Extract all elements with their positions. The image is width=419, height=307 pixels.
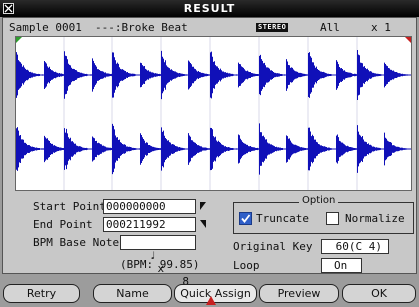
option-group: Option Truncate Normalize	[233, 195, 414, 234]
sample-number: Sample 0001	[9, 21, 82, 34]
bpm-readout: (BPM: 99.85)	[120, 258, 200, 271]
sample-name: ---:Broke Beat	[95, 21, 188, 34]
start-point-field[interactable]: 000000000	[103, 199, 196, 214]
close-icon[interactable]	[3, 3, 14, 14]
bpm-base-note-field[interactable]: ♩ x 8	[120, 235, 196, 288]
check-icon	[241, 214, 251, 223]
waveform-display[interactable]	[15, 36, 412, 191]
start-point-label: Start Point	[33, 200, 106, 213]
end-point-label: End Point	[33, 218, 93, 231]
result-panel: Sample 0001 ---:Broke Beat STEREO All x …	[2, 17, 417, 288]
title-bar: RESULT	[0, 0, 419, 17]
channel-select[interactable]: All	[320, 20, 340, 35]
normalize-checkbox[interactable]	[326, 212, 339, 225]
pointer-icon	[206, 296, 216, 305]
window-title: RESULT	[183, 2, 236, 15]
end-marker-icon	[200, 220, 206, 228]
end-point-field[interactable]: 000211992	[103, 217, 196, 232]
name-button[interactable]: Name	[93, 284, 172, 303]
truncate-label: Truncate	[256, 212, 309, 225]
end-point-marker	[405, 37, 411, 43]
loop-field[interactable]: On	[321, 258, 362, 273]
loop-label: Loop	[233, 259, 260, 272]
stereo-badge: STEREO	[256, 23, 289, 32]
normalize-label: Normalize	[345, 212, 405, 225]
bpm-base-note-label: BPM Base Note	[33, 236, 120, 249]
start-point-marker	[16, 37, 22, 43]
truncate-checkbox[interactable]	[239, 212, 252, 225]
preview-button[interactable]: Preview	[259, 284, 339, 303]
start-marker-icon	[200, 202, 206, 210]
zoom-level[interactable]: x 1	[371, 20, 391, 35]
retry-button[interactable]: Retry	[3, 284, 80, 303]
option-title: Option	[299, 195, 339, 206]
info-bar: Sample 0001 ---:Broke Beat STEREO All x …	[3, 20, 416, 49]
waveform-svg	[16, 37, 411, 190]
original-key-field[interactable]: 60(C 4)	[321, 239, 389, 254]
original-key-label: Original Key	[233, 240, 313, 253]
ok-button[interactable]: OK	[342, 284, 416, 303]
